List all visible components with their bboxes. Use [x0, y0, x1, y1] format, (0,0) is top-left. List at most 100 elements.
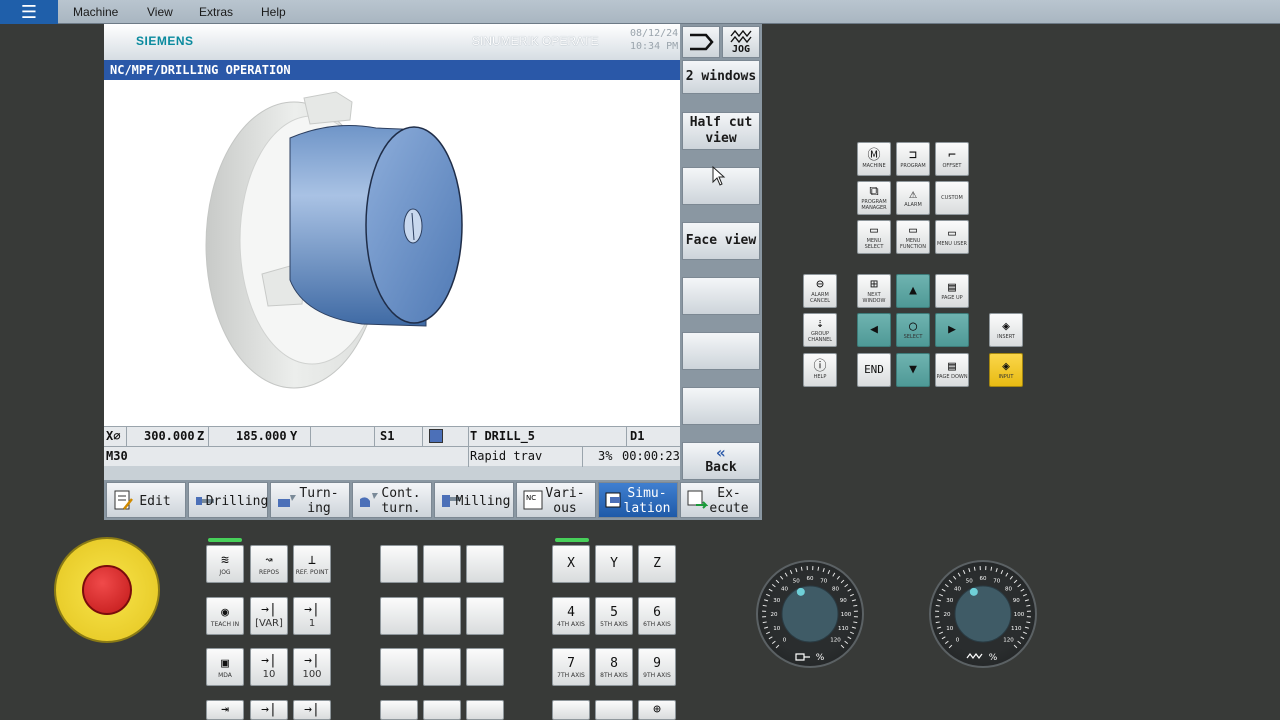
simulation-viewport[interactable] [104, 80, 680, 426]
mda-key[interactable]: ▣ MDA [206, 648, 244, 686]
machine-key[interactable]: Ⓜ MACHINE [857, 142, 891, 176]
end-key[interactable]: END [857, 353, 891, 387]
inc1-key-label: 1 [308, 618, 316, 629]
feed-dial-tick-mark [764, 599, 769, 602]
custom-key-9[interactable] [466, 648, 504, 686]
menu-machine[interactable]: Machine [73, 5, 118, 19]
select-key[interactable]: ◯ SELECT [896, 313, 930, 347]
jog-mode-button[interactable]: JOG [722, 26, 760, 58]
arrow-right-key[interactable]: ▶ [935, 313, 969, 347]
custom-key[interactable]: CUSTOM [935, 181, 969, 215]
custom-key-12[interactable] [466, 700, 504, 720]
feed-mode: Rapid trav [470, 449, 543, 463]
axis-6-key[interactable]: 6 6TH AXIS [638, 597, 676, 635]
softkey-blank-7[interactable] [682, 387, 760, 425]
custom-key-7[interactable] [380, 648, 418, 686]
repos-key[interactable]: ↝ REPOS [250, 545, 288, 583]
softkey-turning[interactable]: Turn-ing [270, 482, 350, 518]
ref-point-key[interactable]: ⊥ REF. POINT [293, 545, 331, 583]
jog-key[interactable]: ≋ JOG [206, 545, 244, 583]
axis-5-key[interactable]: 5 5TH AXIS [595, 597, 633, 635]
two-windows-button[interactable]: 2 windows [682, 60, 760, 94]
axis-blank-key-1[interactable] [552, 700, 590, 720]
softkey-simulation[interactable]: Simu-lation [598, 482, 678, 518]
input-key[interactable]: ◈ INPUT [989, 353, 1023, 387]
axis-4-key[interactable]: 4 4TH AXIS [552, 597, 590, 635]
next-window-key[interactable]: ⊞ NEXT WINDOW [857, 274, 891, 308]
spindle-dial-tick-mark [1013, 644, 1018, 649]
custom-key-4[interactable] [380, 597, 418, 635]
program-manager-key[interactable]: ⧉ PROGRAM MANAGER [857, 181, 891, 215]
group-channel-key[interactable]: ⇣ GROUP CHANNEL [803, 313, 837, 347]
menu-help[interactable]: Help [261, 5, 286, 19]
rapid-traverse-key[interactable]: ⊕ [638, 700, 676, 720]
back-button[interactable]: « Back [682, 442, 760, 480]
custom-key-10[interactable] [380, 700, 418, 720]
softkey-edit[interactable]: Edit [106, 482, 186, 518]
axis-x-key[interactable]: X [552, 545, 590, 583]
menu-user-key-label: MENU USER [937, 241, 967, 247]
menu-user-key[interactable]: ▭ MENU USER [935, 220, 969, 254]
axis-y-key[interactable]: Y [595, 545, 633, 583]
inc10-key[interactable]: →| 10 [250, 648, 288, 686]
softkey-execute[interactable]: Ex-ecute [680, 482, 760, 518]
machine-mode-button[interactable] [682, 26, 720, 58]
softkey-blank-6[interactable] [682, 332, 760, 370]
page-down-key[interactable]: ▤ PAGE DOWN [935, 353, 969, 387]
feed-dial-tick-mark [762, 621, 767, 624]
spindle-dial-tick-mark [995, 568, 998, 573]
axis-blank-key-2[interactable] [595, 700, 633, 720]
custom-key-1[interactable] [380, 545, 418, 583]
auto-key[interactable]: ⇥ [206, 700, 244, 720]
inc100-key[interactable]: →| 100 [293, 648, 331, 686]
arrow-up-key[interactable]: ▲ [896, 274, 930, 308]
emergency-stop-button[interactable] [82, 565, 132, 615]
spindle-dial-tick-label: 120 [1003, 637, 1014, 643]
offset-key[interactable]: ⌐ OFFSET [935, 142, 969, 176]
custom-key-5[interactable] [423, 597, 461, 635]
menu-select-key[interactable]: ▭ MENU SELECT [857, 220, 891, 254]
teach-in-key[interactable]: ◉ TEACH IN [206, 597, 244, 635]
arrow-left-key[interactable]: ◀ [857, 313, 891, 347]
half-cut-view-button[interactable]: Half cut view [682, 112, 760, 150]
hamburger-menu-icon[interactable]: ☰ [0, 0, 58, 24]
softkey-various[interactable]: NC Vari-ous [516, 482, 596, 518]
alarm-cancel-key[interactable]: ⊖ ALARM CANCEL [803, 274, 837, 308]
custom-key-8[interactable] [423, 648, 461, 686]
axis-7-key[interactable]: 7 7TH AXIS [552, 648, 590, 686]
feed-dial-knob[interactable] [781, 585, 839, 643]
feed-override-dial[interactable]: 0 10 20 30 40 50 60 70 80 90 100 110 120% [756, 560, 864, 668]
page-up-key[interactable]: ▤ PAGE UP [935, 274, 969, 308]
repos-key-label: REPOS [258, 568, 280, 576]
status-row-feed: M30 Rapid trav 3% 00:00:23 [104, 446, 680, 467]
inc1000-key[interactable]: →| [250, 700, 288, 720]
arrow-down-key[interactable]: ▼ [896, 353, 930, 387]
spindle-dial-knob[interactable] [954, 585, 1012, 643]
inc1-key[interactable]: →| 1 [293, 597, 331, 635]
alarm-key[interactable]: ⚠ ALARM [896, 181, 930, 215]
custom-key-11[interactable] [423, 700, 461, 720]
axis-9-key-label: 9TH AXIS [643, 671, 671, 679]
program-key[interactable]: ⊐ PROGRAM [896, 142, 930, 176]
axis-9-key[interactable]: 9 9TH AXIS [638, 648, 676, 686]
custom-key-2[interactable] [423, 545, 461, 583]
softkey-cont-turn[interactable]: Cont. turn. [352, 482, 432, 518]
spindle-override-dial[interactable]: 0 10 20 30 40 50 60 70 80 90 100 110 120% [929, 560, 1037, 668]
softkey-milling[interactable]: Milling [434, 482, 514, 518]
softkey-drilling[interactable]: Drilling [188, 482, 268, 518]
axis-z-value: 185.000 [236, 429, 287, 443]
custom-key-6[interactable] [466, 597, 504, 635]
axis-z-key[interactable]: Z [638, 545, 676, 583]
custom-key-3[interactable] [466, 545, 504, 583]
menu-function-key[interactable]: ▭ MENU FUNCTION [896, 220, 930, 254]
softkey-blank-5[interactable] [682, 277, 760, 315]
menu-extras[interactable]: Extras [199, 5, 233, 19]
face-view-button[interactable]: Face view [682, 222, 760, 260]
date: 08/12/24 [630, 28, 679, 39]
var-increment-key[interactable]: →| [VAR] [250, 597, 288, 635]
inc10000-key[interactable]: →| [293, 700, 331, 720]
insert-key[interactable]: ◈ INSERT [989, 313, 1023, 347]
axis-8-key[interactable]: 8 8TH AXIS [595, 648, 633, 686]
menu-view[interactable]: View [147, 5, 173, 19]
help-key[interactable]: ⓘ HELP [803, 353, 837, 387]
